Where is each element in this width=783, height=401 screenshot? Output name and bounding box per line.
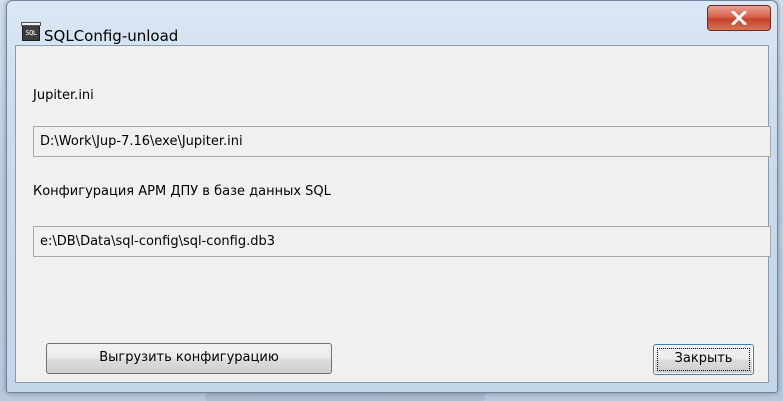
db-file-label: Конфигурация АРМ ДПУ в базе данных SQL: [33, 184, 331, 199]
window-close-button[interactable]: [707, 5, 771, 31]
close-button-label: Закрыть: [674, 351, 733, 366]
close-icon: [731, 11, 747, 25]
ini-path-field[interactable]: D:\Work\Jup-7.16\exe\Jupiter.ini: [33, 126, 771, 157]
ini-file-label: Jupiter.ini: [33, 88, 94, 103]
background-blur: [205, 393, 485, 401]
close-button[interactable]: Закрыть: [653, 344, 754, 375]
unload-config-button[interactable]: Выгрузить конфигурацию: [46, 343, 332, 374]
title-bar[interactable]: SQL SQLConfig-unload: [7, 1, 777, 45]
dialog-window: SQL SQLConfig-unload Jupiter.ini D:\Work…: [6, 0, 778, 393]
window-title: SQLConfig-unload: [44, 27, 179, 45]
sql-app-icon: SQL: [21, 22, 41, 41]
db-path-field[interactable]: e:\DB\Data\sql-config\sql-config.db3: [33, 226, 771, 257]
client-area: Jupiter.ini D:\Work\Jup-7.16\exe\Jupiter…: [15, 45, 771, 383]
